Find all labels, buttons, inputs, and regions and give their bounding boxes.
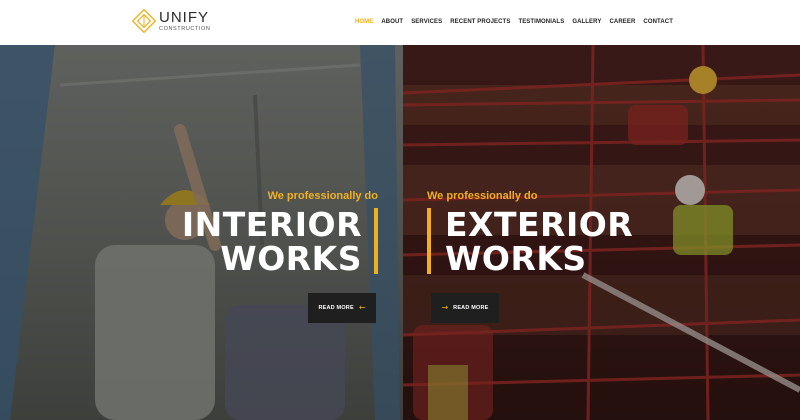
read-more-label: READ MORE	[318, 305, 354, 311]
nav-item-gallery[interactable]: GALLERY	[572, 19, 601, 25]
brand-subtitle: CONSTRUCTION	[159, 25, 211, 32]
brand-logo[interactable]: UNIFY CONSTRUCTION	[131, 8, 211, 34]
arrow-right-icon: →	[441, 303, 449, 312]
nav-item-about[interactable]: ABOUT	[381, 19, 403, 25]
exterior-read-more-button[interactable]: → READ MORE	[431, 293, 499, 323]
accent-divider	[374, 208, 378, 274]
nav-item-home[interactable]: HOME	[355, 19, 373, 25]
nav-item-contact[interactable]: CONTACT	[643, 19, 673, 25]
exterior-title-line2: WORKS	[445, 239, 587, 278]
nav-item-testimonials[interactable]: TESTIMONIALS	[518, 19, 564, 25]
interior-title-line2: WORKS	[220, 239, 362, 278]
interior-read-more-button[interactable]: READ MORE ←	[308, 293, 376, 323]
interior-eyebrow: We professionally do	[267, 190, 378, 202]
exterior-eyebrow: We professionally do	[427, 190, 538, 202]
hero-section: We professionally do INTERIOR WORKS We p…	[0, 45, 800, 420]
nav-item-services[interactable]: SERVICES	[411, 19, 442, 25]
nav-item-recent-projects[interactable]: RECENT PROJECTS	[450, 19, 510, 25]
exterior-title: EXTERIOR WORKS	[427, 208, 633, 276]
site-header: UNIFY CONSTRUCTION HOME ABOUT SERVICES R…	[0, 0, 800, 45]
exterior-works-block: We professionally do EXTERIOR WORKS	[427, 190, 633, 276]
exterior-title-line1: EXTERIOR	[445, 205, 634, 244]
brand-name: UNIFY	[159, 8, 209, 26]
read-more-label: READ MORE	[453, 305, 489, 311]
interior-title: INTERIOR WORKS	[182, 208, 378, 276]
interior-works-block: We professionally do INTERIOR WORKS	[182, 190, 378, 276]
arrow-left-icon: ←	[358, 303, 366, 312]
logo-diamond-icon	[131, 8, 157, 34]
nav-item-career[interactable]: CAREER	[609, 19, 635, 25]
interior-title-line1: INTERIOR	[181, 205, 362, 244]
main-nav: HOME ABOUT SERVICES RECENT PROJECTS TEST…	[355, 19, 673, 25]
accent-divider	[427, 208, 431, 274]
